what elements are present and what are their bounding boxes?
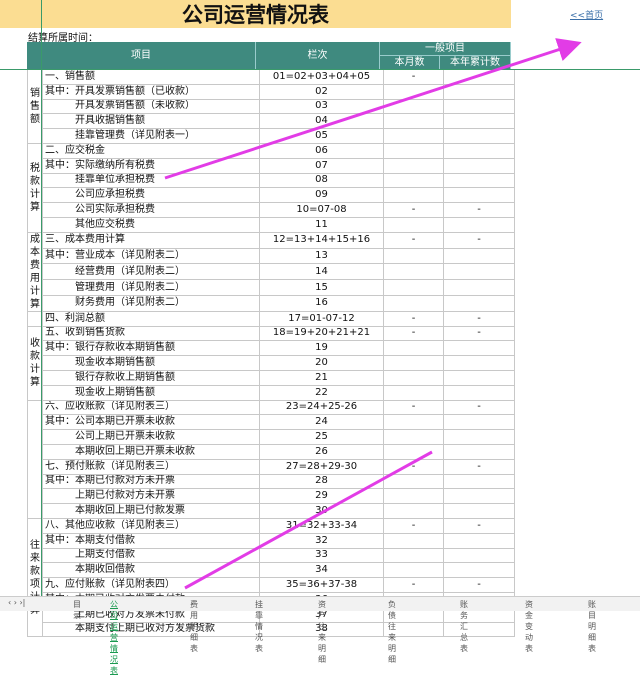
arrow-annotation <box>164 38 582 180</box>
table-row: 本期支付上期已收对方发票货款 38 <box>28 621 515 638</box>
item-cell: 本期支付上期已收对方发票货款 <box>42 621 260 638</box>
sheet-tab[interactable]: 公司运营情况表 <box>110 599 118 676</box>
arrow-annotation <box>184 450 433 590</box>
year-cell[interactable] <box>443 621 515 638</box>
annotation-arrows <box>164 38 582 590</box>
